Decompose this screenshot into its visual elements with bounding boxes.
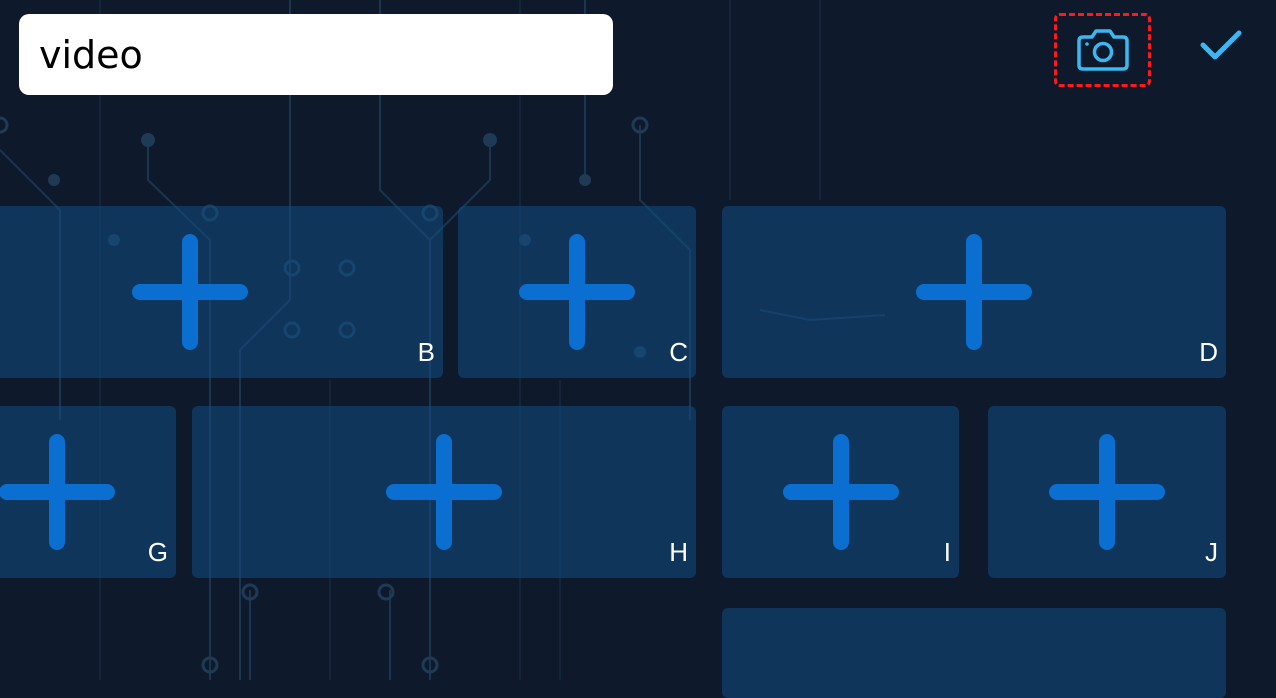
tile-label: B [417,337,435,367]
tile-d[interactable]: D [722,206,1226,378]
plus-icon [916,234,1032,350]
search-box[interactable] [19,14,613,95]
camera-button[interactable] [1054,13,1151,87]
plus-icon [132,234,248,350]
camera-icon [1076,29,1129,71]
search-input[interactable] [39,32,613,77]
plus-icon [386,434,502,550]
tile-label: J [1205,537,1218,567]
tile-label: C [669,337,688,367]
tile-g[interactable]: G [0,406,176,578]
tile-i[interactable]: I [722,406,959,578]
tile-label: D [1199,337,1218,367]
tile-label: G [147,537,168,567]
plus-icon [782,434,899,550]
tile-j[interactable]: J [988,406,1226,578]
plus-icon [1049,434,1165,550]
tile-b[interactable]: B [0,206,443,378]
plus-icon [0,434,115,550]
check-icon [1200,30,1242,60]
plus-icon [519,234,635,350]
tile-partial[interactable] [722,608,1226,698]
tile-c[interactable]: C [458,206,696,378]
tile-h[interactable]: H [192,406,696,578]
tile-label: H [669,537,688,567]
confirm-button[interactable] [1192,20,1250,70]
tile-label: I [943,537,951,567]
